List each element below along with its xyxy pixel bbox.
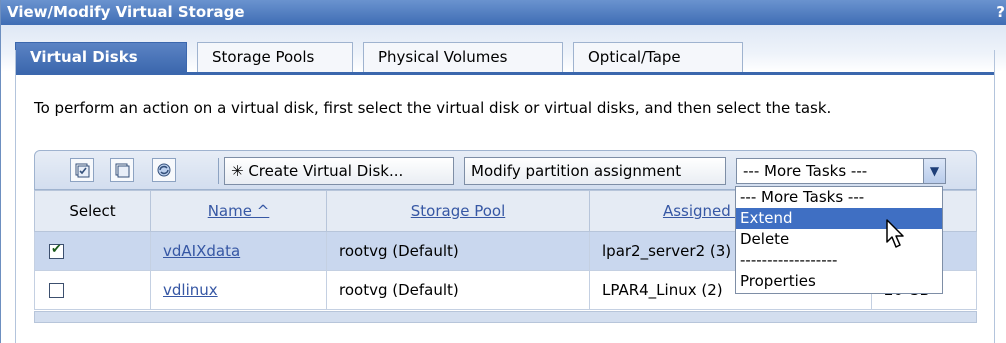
refresh-icon[interactable] [152,158,176,182]
name-cell: vdAIXdata [150,231,327,271]
modify-partition-assignment-button[interactable]: Modify partition assignment [464,157,726,185]
storage-pool-cell: rootvg (Default) [326,231,590,271]
row-checkbox[interactable] [49,283,64,298]
storage-pool-cell: rootvg (Default) [326,270,590,310]
disk-name-link[interactable]: vdAIXdata [163,242,240,260]
select-cell [34,270,151,310]
column-select: Select [34,190,151,232]
help-icon[interactable]: ? [996,0,1005,25]
deselect-all-icon[interactable] [110,158,134,182]
view-modify-virtual-storage-panel: View/Modify Virtual Storage ? Virtual Di… [0,0,1006,343]
select-all-icon[interactable] [70,158,94,182]
chevron-down-icon[interactable]: ▼ [923,159,945,183]
dropdown-item-separator: ------------------ [740,251,838,269]
dropdown-item-properties[interactable]: Properties [736,271,942,292]
create-virtual-disk-button[interactable]: ✳ Create Virtual Disk... [224,157,454,185]
select-cell [34,231,151,271]
more-tasks-value: --- More Tasks --- [743,162,868,180]
column-name[interactable]: Name ^ [150,190,327,232]
mouse-pointer-icon [886,219,904,248]
dropdown-item-extend[interactable]: Extend [736,208,942,229]
instructions-text: To perform an action on a virtual disk, … [34,99,832,117]
disk-name-link[interactable]: vdlinux [163,281,218,299]
toolbar-separator [218,158,219,184]
more-tasks-select[interactable]: --- More Tasks --- ▼ [736,158,946,184]
row-checkbox[interactable] [49,242,64,259]
column-storage-pool[interactable]: Storage Pool [326,190,590,232]
panel-title-bar: View/Modify Virtual Storage ? [1,0,1006,25]
name-cell: vdlinux [150,270,327,310]
dropdown-item-more-tasks[interactable]: --- More Tasks --- [736,187,942,208]
more-tasks-dropdown-list: --- More Tasks --- Extend Delete -------… [735,186,943,294]
dropdown-item-delete[interactable]: Delete [736,229,942,250]
panel-title: View/Modify Virtual Storage [7,3,245,21]
table-footer-bar [34,311,977,323]
table-toolbar: ✳ Create Virtual Disk... Modify partitio… [34,150,977,190]
